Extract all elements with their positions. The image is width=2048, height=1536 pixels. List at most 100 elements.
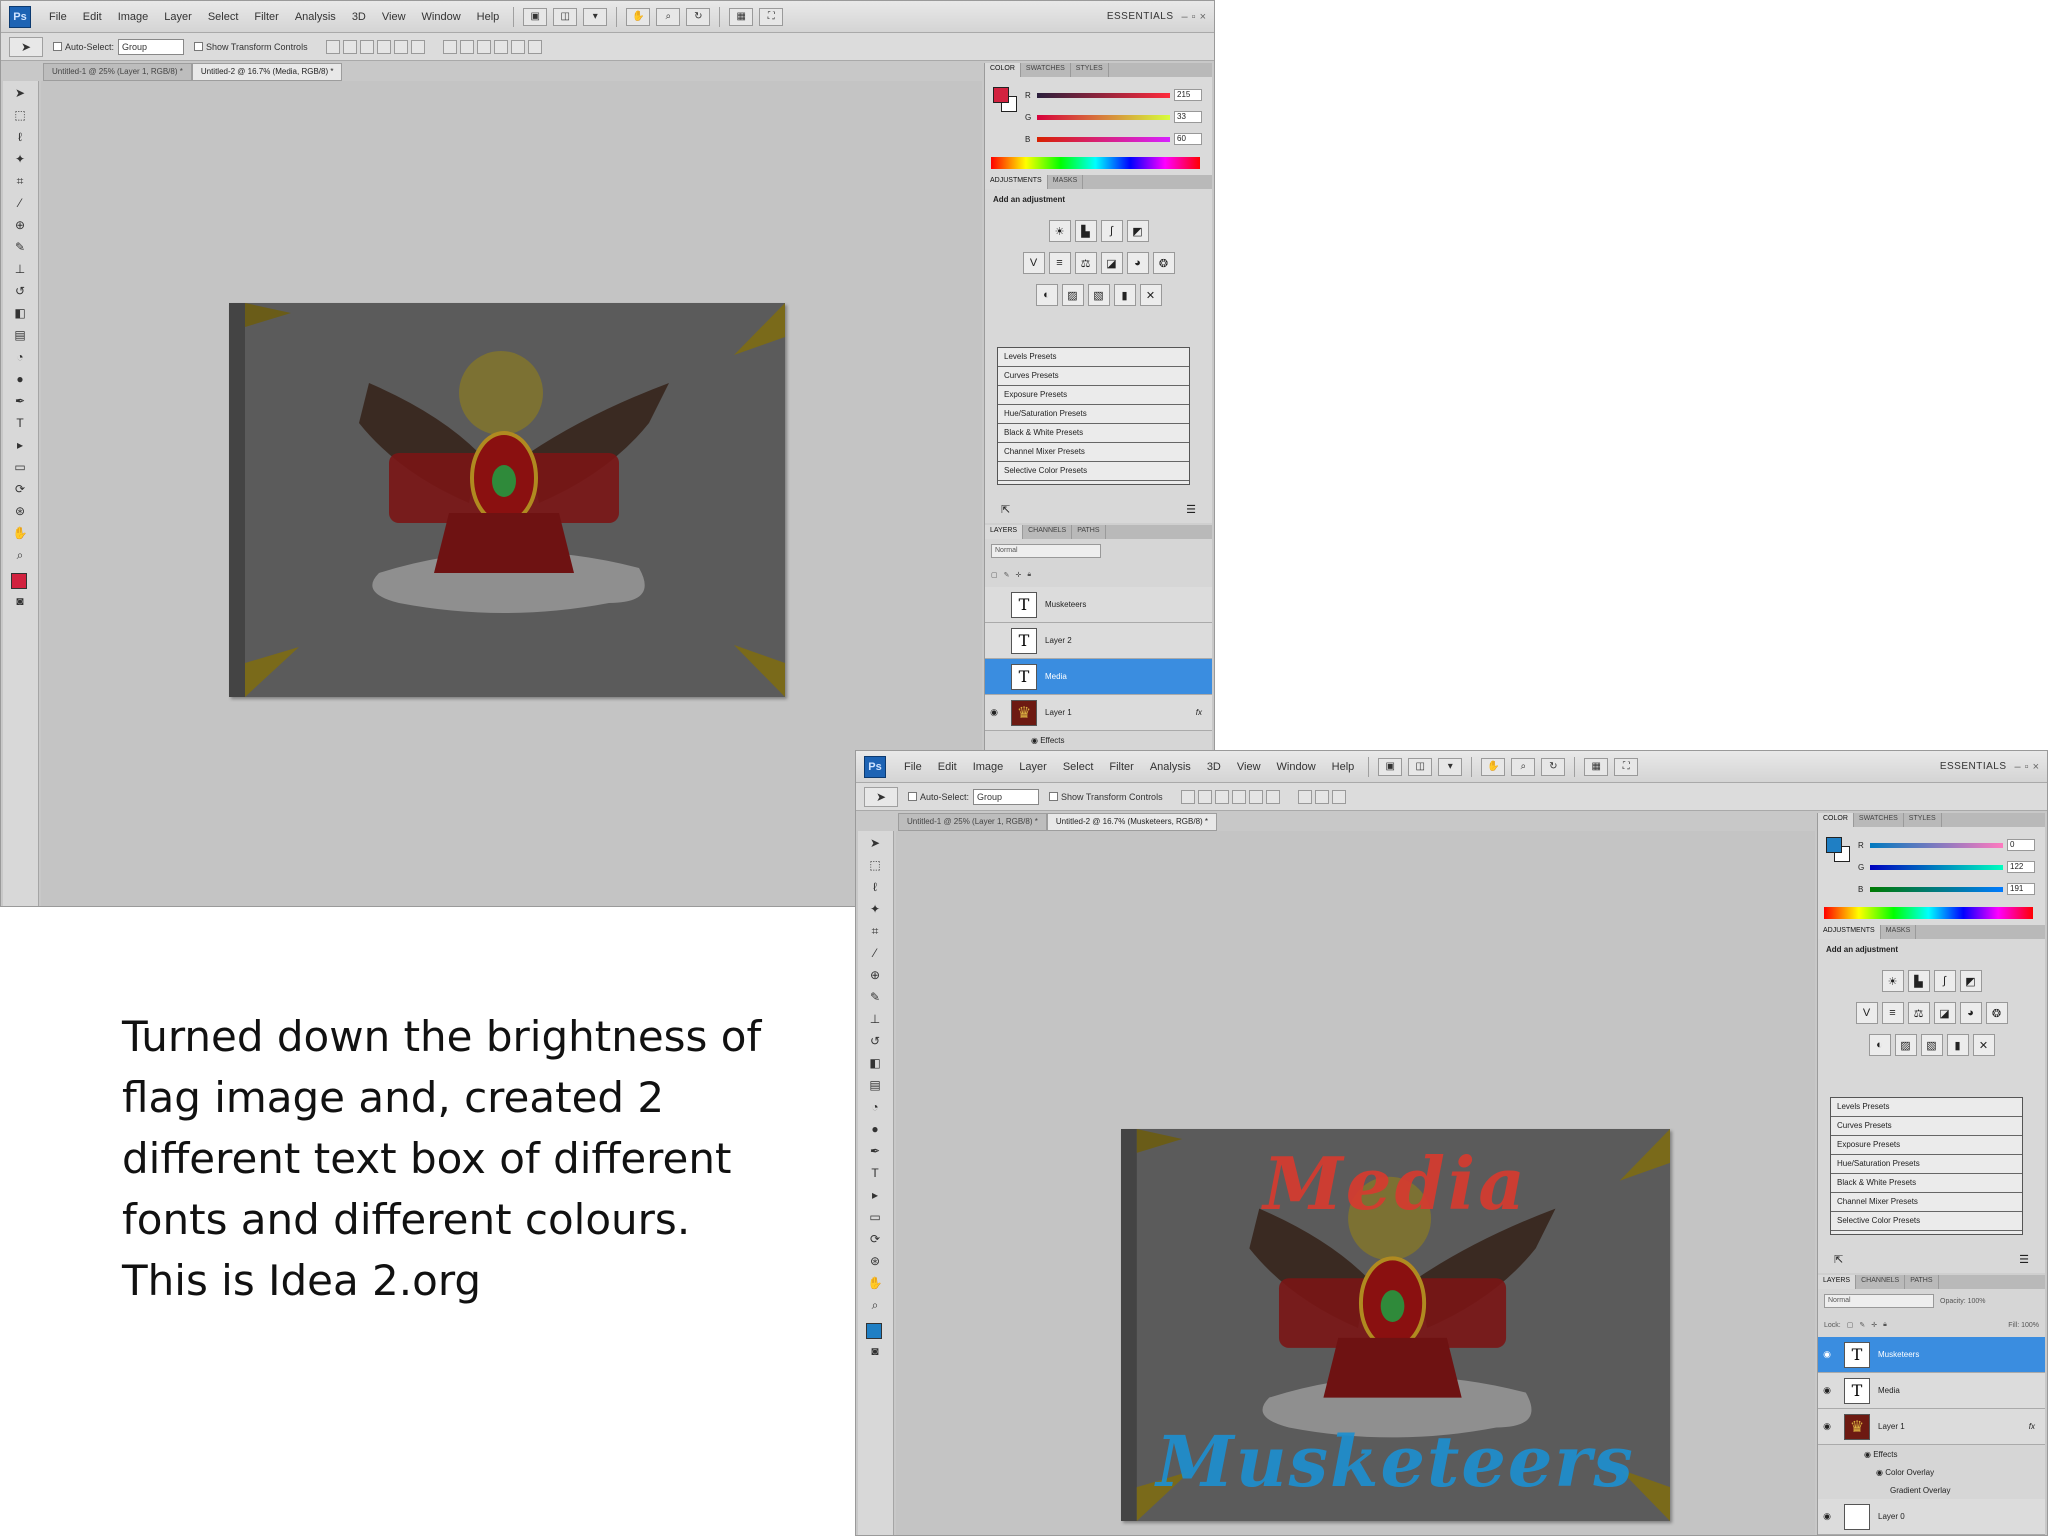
distribute-top-icon[interactable] xyxy=(1297,789,1312,804)
zoom-tool-icon[interactable]: ⌕ xyxy=(1511,757,1536,776)
distribute-center-icon[interactable] xyxy=(510,39,525,54)
blend-mode-select[interactable]: Normal xyxy=(1824,1294,1934,1308)
curves-icon[interactable]: ∫ xyxy=(1933,970,1956,992)
tab-adjustments[interactable]: ADJUSTMENTS xyxy=(1818,925,1881,939)
levels-icon[interactable]: ▙ xyxy=(1074,220,1097,242)
foreground-color-swatch[interactable] xyxy=(993,87,1009,103)
invert-icon[interactable]: ◐ xyxy=(1035,284,1058,306)
tab-untitled-1[interactable]: Untitled-1 @ 25% (Layer 1, RGB/8) * xyxy=(43,63,192,81)
show-transform-checkbox[interactable]: Show Transform Controls xyxy=(194,42,308,52)
hand-tool-icon[interactable]: ✋ xyxy=(1481,757,1506,776)
posterize-icon[interactable]: ▨ xyxy=(1061,284,1084,306)
view-extras-icon[interactable]: ◫ xyxy=(553,7,578,26)
blue-value[interactable]: 191 xyxy=(2007,883,2035,895)
hand-tool-icon[interactable]: ✋ xyxy=(864,1273,886,1293)
align-middle-icon[interactable] xyxy=(1197,789,1212,804)
menu-view[interactable]: View xyxy=(1229,761,1269,773)
pen-tool-icon[interactable]: ✒ xyxy=(864,1141,886,1161)
tab-adjustments[interactable]: ADJUSTMENTS xyxy=(985,175,1048,189)
brightness-contrast-icon[interactable]: ☀ xyxy=(1048,220,1071,242)
tab-channels[interactable]: CHANNELS xyxy=(1023,525,1073,539)
blue-slider[interactable]: B 191 xyxy=(1858,883,2035,895)
lock-transparency-icon[interactable]: ▢ xyxy=(991,571,998,579)
color-balance-icon[interactable]: ⚖ xyxy=(1907,1002,1930,1024)
close-icon[interactable]: × xyxy=(2033,761,2039,773)
menu-layer[interactable]: Layer xyxy=(156,11,200,23)
green-slider[interactable]: G 33 xyxy=(1025,111,1202,123)
layer-row-media[interactable]: T Media xyxy=(985,659,1212,695)
threshold-icon[interactable]: ▧ xyxy=(1920,1034,1943,1056)
auto-select-target-select[interactable]: Group xyxy=(118,38,185,55)
layer-row-layer-1[interactable]: ◉ ♛ Layer 1 fx xyxy=(1818,1409,2045,1445)
brush-tool-icon[interactable]: ✎ xyxy=(9,237,31,257)
brightness-contrast-icon[interactable]: ☀ xyxy=(1881,970,1904,992)
distribute-middle-icon[interactable] xyxy=(459,39,474,54)
dodge-tool-icon[interactable]: ● xyxy=(9,369,31,389)
hand-tool-icon[interactable]: ✋ xyxy=(9,523,31,543)
distribute-middle-icon[interactable] xyxy=(1314,789,1329,804)
auto-select-checkbox[interactable]: Auto-Select: xyxy=(53,42,114,52)
tab-layers[interactable]: LAYERS xyxy=(1818,1275,1857,1289)
menu-edit[interactable]: Edit xyxy=(930,761,965,773)
restore-icon[interactable]: ▫ xyxy=(1192,11,1196,23)
exposure-icon[interactable]: ◩ xyxy=(1126,220,1149,242)
marquee-tool-icon[interactable]: ⬚ xyxy=(9,105,31,125)
close-icon[interactable]: × xyxy=(1200,11,1206,23)
eraser-tool-icon[interactable]: ◧ xyxy=(9,303,31,323)
tab-color[interactable]: COLOR xyxy=(1818,813,1854,827)
distribute-right-icon[interactable] xyxy=(527,39,542,54)
preset-item[interactable]: Channel Mixer Presets xyxy=(1831,1193,2022,1212)
path-selection-icon[interactable]: ▸ xyxy=(9,435,31,455)
layer-row-layer-1[interactable]: ◉ ♛ Layer 1 fx xyxy=(985,695,1212,731)
align-center-icon[interactable] xyxy=(393,39,408,54)
menu-file[interactable]: File xyxy=(896,761,930,773)
exposure-icon[interactable]: ◩ xyxy=(1959,970,1982,992)
lock-position-icon[interactable]: ✛ xyxy=(1016,571,1022,579)
tab-styles[interactable]: STYLES xyxy=(1904,813,1942,827)
preset-item[interactable]: Exposure Presets xyxy=(1831,1136,2022,1155)
eye-icon[interactable]: ◉ xyxy=(1864,1450,1873,1459)
eye-icon[interactable]: ◉ xyxy=(1818,1349,1836,1360)
align-top-icon[interactable] xyxy=(1180,789,1195,804)
menu-file[interactable]: File xyxy=(41,11,75,23)
type-tool-icon[interactable]: T xyxy=(9,413,31,433)
menu-filter[interactable]: Filter xyxy=(246,11,286,23)
preset-item[interactable]: Selective Color Presets xyxy=(998,462,1189,481)
gradient-map-icon[interactable]: ▮ xyxy=(1113,284,1136,306)
eye-icon[interactable]: ◉ xyxy=(1818,1385,1836,1396)
tab-channels[interactable]: CHANNELS xyxy=(1856,1275,1906,1289)
zoom-tool-icon[interactable]: ⌕ xyxy=(656,7,681,26)
selective-color-icon[interactable]: ✕ xyxy=(1139,284,1162,306)
foreground-color-swatch[interactable] xyxy=(1826,837,1842,853)
preset-item[interactable]: Selective Color Presets xyxy=(1831,1212,2022,1231)
type-tool-icon[interactable]: T xyxy=(864,1163,886,1183)
eye-icon[interactable]: ◉ xyxy=(1876,1468,1885,1477)
tab-masks[interactable]: MASKS xyxy=(1881,925,1917,939)
hand-tool-icon[interactable]: ✋ xyxy=(626,7,651,26)
photo-filter-icon[interactable]: ◕ xyxy=(1959,1002,1982,1024)
clone-stamp-icon[interactable]: ⊥ xyxy=(9,259,31,279)
align-center-icon[interactable] xyxy=(1248,789,1263,804)
lock-all-icon[interactable]: 🔒︎ xyxy=(1883,1321,1887,1329)
workspace-switcher[interactable]: ESSENTIALS xyxy=(1107,11,1174,22)
history-brush-icon[interactable]: ↺ xyxy=(864,1031,886,1051)
foreground-color-swatch[interactable] xyxy=(11,573,27,589)
tab-untitled-2[interactable]: Untitled-2 @ 16.7% (Media, RGB/8) * xyxy=(191,63,343,81)
layer-row-musketeers[interactable]: ◉ T Musketeers xyxy=(1818,1337,2045,1373)
effects-row[interactable]: ◉ Effects xyxy=(1818,1445,2045,1463)
align-left-icon[interactable] xyxy=(1231,789,1246,804)
menu-3d[interactable]: 3D xyxy=(1199,761,1229,773)
menu-image[interactable]: Image xyxy=(965,761,1012,773)
auto-select-checkbox[interactable]: Auto-Select: xyxy=(908,792,969,802)
menu-filter[interactable]: Filter xyxy=(1101,761,1141,773)
eye-icon[interactable]: ◉ xyxy=(1031,736,1040,745)
show-transform-checkbox[interactable]: Show Transform Controls xyxy=(1049,792,1163,802)
lasso-tool-icon[interactable]: ℓ xyxy=(864,877,886,897)
healing-brush-icon[interactable]: ⊕ xyxy=(9,215,31,235)
gradient-tool-icon[interactable]: ▤ xyxy=(9,325,31,345)
lock-all-icon[interactable]: 🔒︎ xyxy=(1027,571,1031,579)
vibrance-icon[interactable]: V xyxy=(1022,252,1045,274)
path-selection-icon[interactable]: ▸ xyxy=(864,1185,886,1205)
posterize-icon[interactable]: ▨ xyxy=(1894,1034,1917,1056)
preset-item[interactable]: Levels Presets xyxy=(998,348,1189,367)
